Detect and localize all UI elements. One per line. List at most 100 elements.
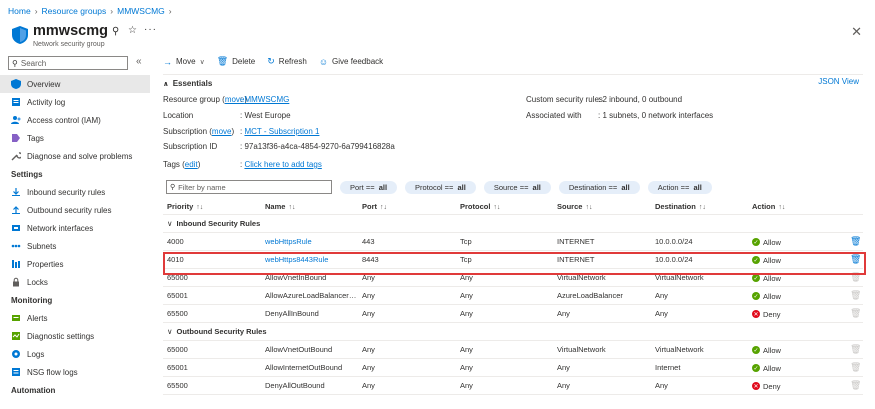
sidebar-item-subnets[interactable]: Subnets bbox=[0, 237, 150, 255]
sidebar-search-input[interactable]: ⚲ Search bbox=[8, 56, 128, 70]
cell-name: DenyAllInBound bbox=[265, 309, 319, 318]
give-feedback-button[interactable]: ☺ Give feedback bbox=[319, 57, 383, 67]
cell-name[interactable]: webHttps8443Rule bbox=[261, 255, 358, 264]
table-row[interactable]: 4010 webHttps8443Rule 8443 Tcp INTERNET 10.0.… bbox=[163, 251, 863, 269]
move-button[interactable]: → Move ∨ bbox=[163, 57, 205, 67]
delete-rule-icon[interactable]: 🗑 bbox=[850, 236, 861, 246]
table-row[interactable]: 65500 DenyAllInBound Any Any Any Any ✕ Deny 🗑 bbox=[163, 305, 863, 323]
edit-tags-link[interactable]: edit bbox=[185, 160, 198, 169]
column-name[interactable]: Name ↑↓ bbox=[261, 202, 358, 211]
breadcrumb: Home › Resource groups › MMWSCMG › bbox=[8, 6, 172, 16]
sidebar-item-diagnostic-settings[interactable]: Diagnostic settings bbox=[0, 327, 150, 345]
cell-name[interactable]: webHttpsRule bbox=[261, 237, 358, 246]
subscription-link[interactable]: MCT - Subscription 1 bbox=[244, 127, 319, 136]
cell-protocol: Tcp bbox=[460, 237, 472, 246]
sidebar-item-overview[interactable]: Overview bbox=[0, 75, 150, 93]
group-header-inbound[interactable]: ∨ Inbound Security Rules bbox=[163, 215, 863, 233]
trash-icon: 🗑 bbox=[216, 56, 229, 66]
column-source[interactable]: Source ↑↓ bbox=[553, 202, 651, 211]
breadcrumb-resource-group[interactable]: MMWSCMG bbox=[117, 6, 165, 16]
resource-group-link[interactable]: MMWSCMG bbox=[244, 95, 289, 104]
cell-priority: 65000 bbox=[167, 273, 188, 282]
close-icon[interactable]: ✕ bbox=[851, 24, 862, 40]
sort-icon: ↑↓ bbox=[778, 204, 786, 211]
outbound-rules: 65000 AllowVnetOutBound Any Any VirtualNetwo… bbox=[163, 341, 863, 395]
lock-icon bbox=[11, 277, 21, 287]
sidebar-item-alerts[interactable]: Alerts bbox=[0, 309, 150, 327]
sidebar-item-properties[interactable]: Properties bbox=[0, 255, 150, 273]
delete-rule-icon[interactable]: 🗑 bbox=[850, 254, 861, 264]
table-row[interactable]: 65001 AllowInternetOutBound Any Any Any Inter… bbox=[163, 359, 863, 377]
cell-protocol: Any bbox=[460, 291, 473, 300]
cell-action: ✕ Deny bbox=[752, 381, 781, 391]
sort-icon: ↑↓ bbox=[585, 204, 593, 211]
arrow-right-icon: → bbox=[163, 56, 172, 67]
sort-icon: ↑↓ bbox=[288, 204, 296, 211]
refresh-button[interactable]: ↻ Refresh bbox=[267, 56, 307, 67]
table-row[interactable]: 65001 AllowAzureLoadBalancerIn... Any Any Az… bbox=[163, 287, 863, 305]
filter-bar: ⚲ Filter by name Port == all Protocol ==… bbox=[166, 180, 712, 194]
table-row[interactable]: 4000 webHttpsRule 443 Tcp INTERNET 10.0.0.0/2… bbox=[163, 233, 863, 251]
collapse-sidebar-icon[interactable]: « bbox=[136, 56, 142, 67]
sidebar-item-activity-log[interactable]: Activity log bbox=[0, 93, 150, 111]
cell-port: Any bbox=[362, 291, 375, 300]
cell-source: VirtualNetwork bbox=[557, 345, 606, 354]
table-row[interactable]: 65000 AllowVnetOutBound Any Any VirtualNetwo… bbox=[163, 341, 863, 359]
filter-pill-destination[interactable]: Destination == all bbox=[558, 180, 640, 194]
sidebar-item-inbound-rules[interactable]: Inbound security rules bbox=[0, 183, 150, 201]
delete-button[interactable]: 🗑 Delete bbox=[217, 56, 256, 67]
cell-name: AllowVnetOutBound bbox=[265, 345, 333, 354]
column-protocol[interactable]: Protocol ↑↓ bbox=[456, 202, 553, 211]
chevron-right-icon: › bbox=[110, 6, 114, 16]
table-row[interactable]: 65500 DenyAllOutBound Any Any Any Any ✕ Deny 🗑 bbox=[163, 377, 863, 395]
json-view-link[interactable]: JSON View bbox=[818, 77, 859, 86]
cell-action: ✕ Deny bbox=[752, 309, 781, 319]
filter-pill-action[interactable]: Action == all bbox=[647, 180, 712, 194]
cell-action: ✓ Allow bbox=[752, 237, 781, 247]
nsg-shield-icon bbox=[12, 26, 28, 44]
column-action[interactable]: Action ↑↓ bbox=[748, 202, 846, 211]
cell-priority: 4000 bbox=[167, 237, 184, 246]
add-tags-link[interactable]: Click here to add tags bbox=[244, 160, 321, 169]
sidebar-item-diagnose[interactable]: Diagnose and solve problems bbox=[0, 147, 150, 165]
filter-pill-source[interactable]: Source == all bbox=[483, 180, 551, 194]
breadcrumb-resource-groups[interactable]: Resource groups bbox=[42, 6, 107, 16]
sidebar-item-tags[interactable]: Tags bbox=[0, 129, 150, 147]
column-priority[interactable]: Priority ↑↓ bbox=[163, 202, 261, 211]
column-port[interactable]: Port ↑↓ bbox=[358, 202, 456, 211]
cell-name: DenyAllOutBound bbox=[265, 381, 325, 390]
search-icon: ⚲ bbox=[170, 184, 176, 191]
feedback-icon: ☺ bbox=[318, 56, 329, 67]
essentials-toggle[interactable]: ∧ Essentials bbox=[163, 74, 863, 88]
sidebar-item-logs[interactable]: Logs bbox=[0, 345, 150, 363]
pin-icon[interactable]: ⚲ bbox=[112, 26, 119, 37]
cell-source: AzureLoadBalancer bbox=[557, 291, 623, 300]
command-bar: → Move ∨ 🗑 Delete ↻ Refresh ☺ Give feedb… bbox=[163, 56, 383, 67]
wrench-icon bbox=[11, 151, 21, 161]
filter-by-name-input[interactable]: ⚲ Filter by name bbox=[166, 180, 332, 194]
check-circle-icon: ✓ bbox=[752, 238, 760, 246]
shield-icon bbox=[11, 79, 21, 89]
alerts-icon bbox=[11, 313, 21, 323]
more-icon[interactable]: ··· bbox=[144, 24, 157, 35]
sidebar-item-nsg-flow-logs[interactable]: NSG flow logs bbox=[0, 363, 150, 381]
move-subscription-link[interactable]: move bbox=[212, 127, 232, 136]
custom-rules-value: : 2 inbound, 0 outbound bbox=[598, 95, 683, 104]
delete-rule-icon: 🗑 bbox=[850, 308, 862, 318]
table-row[interactable]: 65000 AllowVnetInBound Any Any VirtualNetwor… bbox=[163, 269, 863, 287]
sidebar-item-outbound-rules[interactable]: Outbound security rules bbox=[0, 201, 150, 219]
breadcrumb-home[interactable]: Home bbox=[8, 6, 31, 16]
sidebar-item-network-interfaces[interactable]: Network interfaces bbox=[0, 219, 150, 237]
star-icon[interactable]: ☆ bbox=[128, 25, 137, 36]
cell-protocol: Any bbox=[460, 309, 473, 318]
sidebar-item-iam[interactable]: Access control (IAM) bbox=[0, 111, 150, 129]
delete-rule-icon: 🗑 bbox=[850, 272, 862, 282]
check-circle-icon: ✓ bbox=[752, 346, 760, 354]
sidebar-item-locks[interactable]: Locks bbox=[0, 273, 150, 291]
filter-pill-port[interactable]: Port == all bbox=[340, 180, 398, 194]
cell-port: Any bbox=[362, 363, 375, 372]
filter-pill-protocol[interactable]: Protocol == all bbox=[405, 180, 476, 194]
column-destination[interactable]: Destination ↑↓ bbox=[651, 202, 748, 211]
cell-protocol: Any bbox=[460, 363, 473, 372]
group-header-outbound[interactable]: ∨ Outbound Security Rules bbox=[163, 323, 863, 341]
